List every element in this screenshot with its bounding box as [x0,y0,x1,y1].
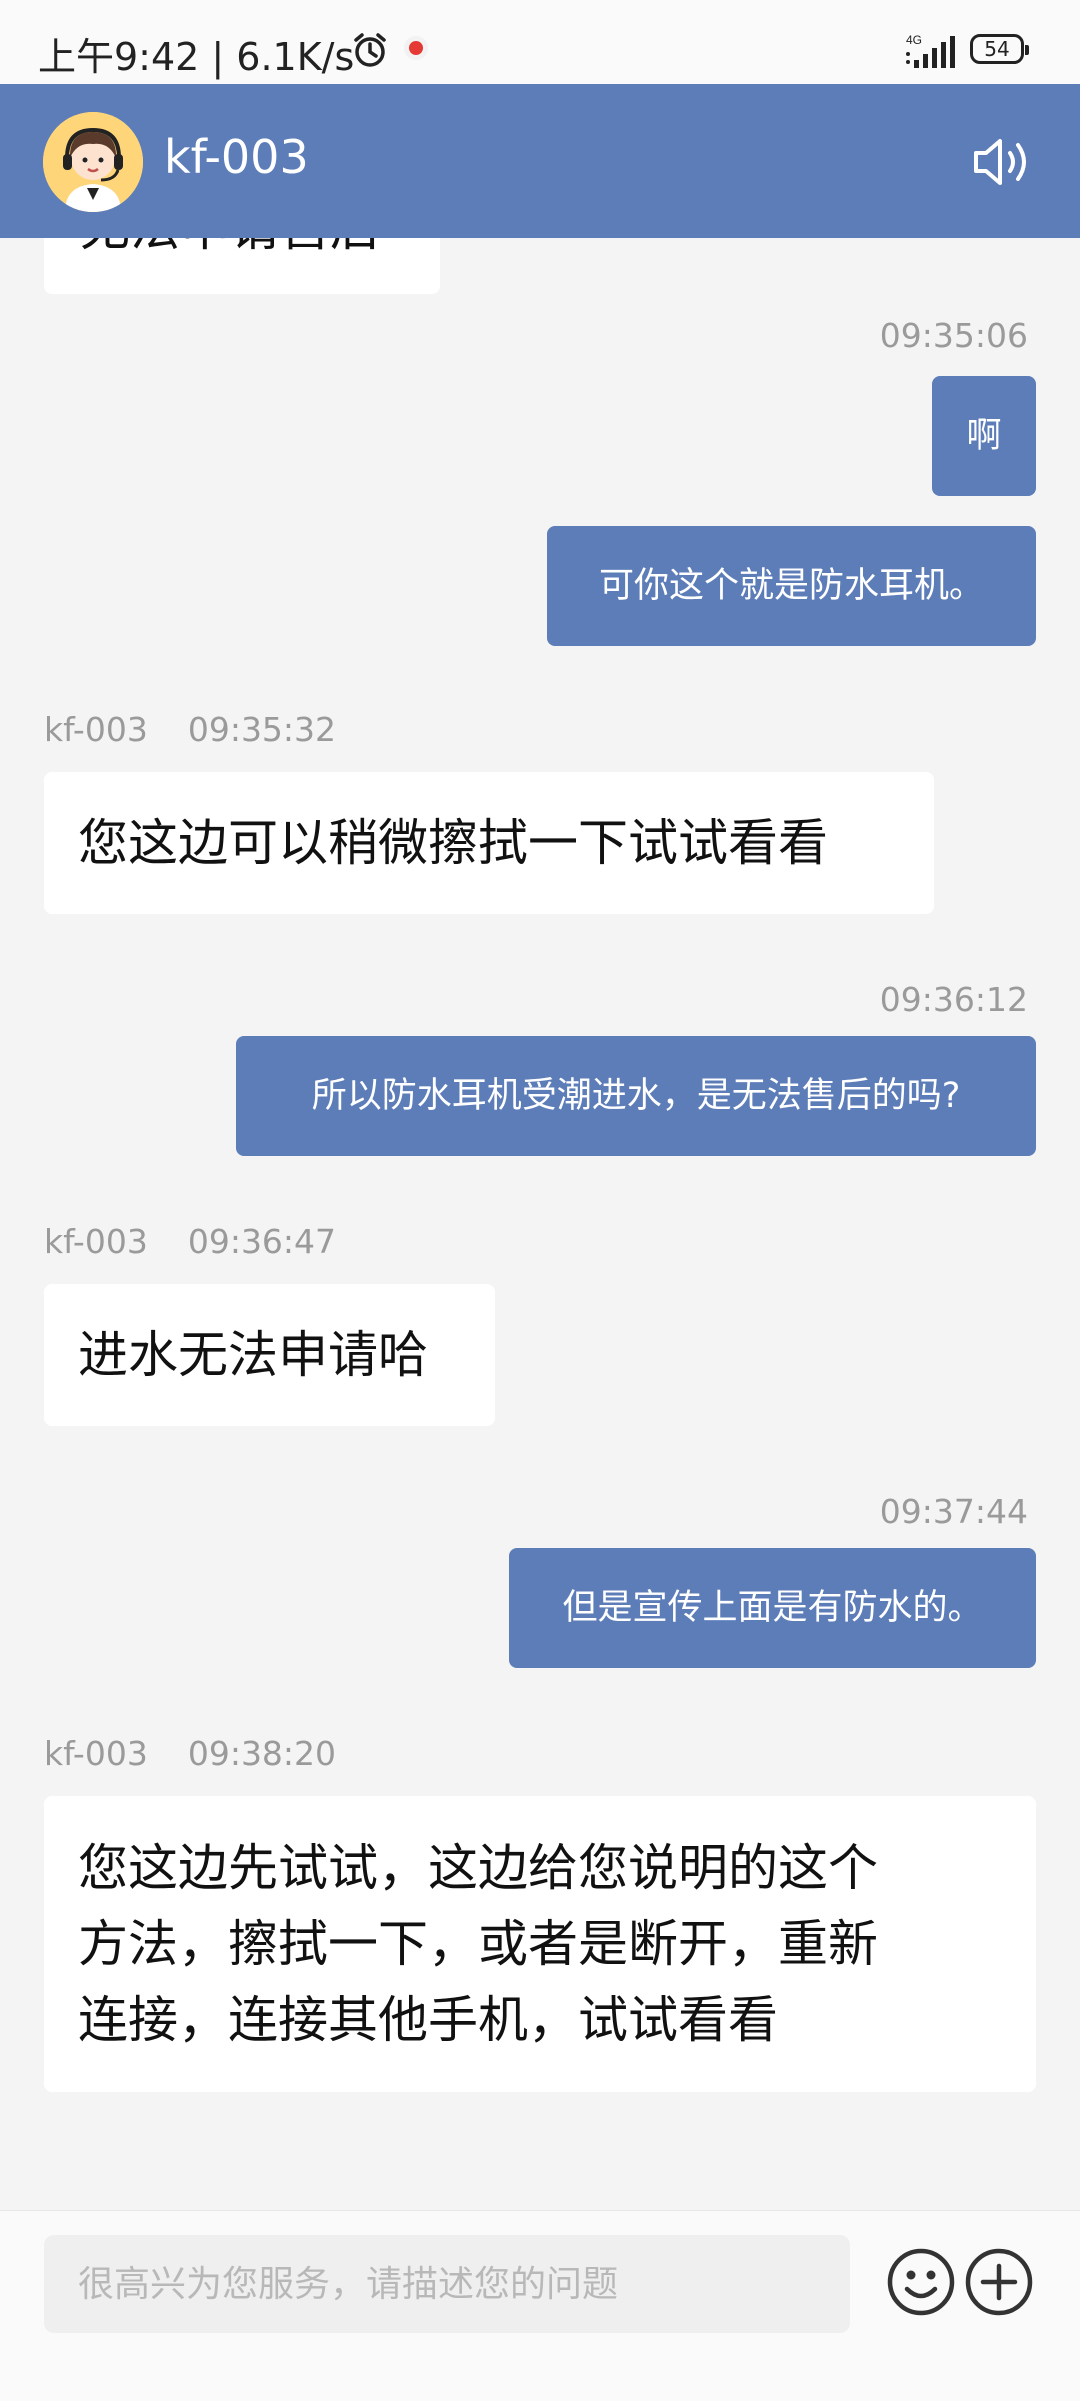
chat-title: kf-003 [164,130,309,184]
plus-circle-icon[interactable] [964,2247,1034,2321]
emoji-icon[interactable] [886,2247,956,2321]
message-text: 所以防水耳机受潮进水，是无法售后的吗? [311,1076,961,1116]
chat-message-list[interactable]: 无法申请售后 09:35:06 啊 可你这个就是防水耳机。 kf-003 09:3… [0,238,1080,2210]
speaker-icon[interactable] [970,134,1034,194]
message-text: 但是宣传上面是有防水的。 [562,1588,983,1628]
message-line: 方法，擦拭一下，或者是断开，重新 [78,1915,878,1973]
message-text: 进水无法申请哈 [78,1326,428,1384]
status-time: 上午9:42 | 6.1K/s [38,35,355,79]
message-text: 无法申请售后 [80,238,380,260]
message-time: 09:36:47 [187,1222,337,1261]
message-sender-time: kf-003 09:36:47 [44,1222,336,1261]
message-input[interactable] [44,2235,850,2333]
outgoing-message-bubble[interactable]: 所以防水耳机受潮进水，是无法售后的吗? [236,1036,1036,1156]
incoming-message-bubble: 无法申请售后 [44,238,440,294]
network-type: 4G [906,33,922,47]
sender-name: kf-003 [44,1734,148,1773]
outgoing-message-bubble[interactable]: 但是宣传上面是有防水的。 [509,1548,1036,1668]
message-line: 连接，连接其他手机，试试看看 [78,1991,778,2049]
message-sender-time: kf-003 09:38:20 [44,1734,336,1773]
sender-name: kf-003 [44,1222,148,1261]
chat-header: kf-003 [0,84,1080,238]
input-bar [0,2210,1080,2401]
incoming-message-bubble[interactable]: 进水无法申请哈 [44,1284,495,1426]
message-text: 您这边可以稍微擦拭一下试试看看 [78,814,828,872]
message-sender-time: kf-003 09:35:32 [44,710,336,749]
notification-dot-icon [404,36,428,60]
message-timestamp: 09:36:12 [879,980,1028,1019]
outgoing-message-bubble[interactable]: 可你这个就是防水耳机。 [547,526,1036,646]
incoming-message-bubble[interactable]: 您这边可以稍微擦拭一下试试看看 [44,772,934,914]
signal-icon: 4G [904,32,960,74]
message-text: 可你这个就是防水耳机。 [598,566,984,606]
outgoing-message-bubble[interactable]: 啊 [932,376,1036,496]
agent-avatar-icon[interactable] [43,112,143,212]
battery-icon: 54 [970,34,1029,64]
message-timestamp: 09:35:06 [879,316,1028,355]
sender-name: kf-003 [44,710,148,749]
message-text: 啊 [966,416,1002,456]
message-time: 09:35:32 [187,710,337,749]
status-bar: 上午9:42 | 6.1K/s 4G 54 [0,0,1080,84]
alarm-icon [350,30,390,74]
message-time: 09:38:20 [187,1734,337,1773]
message-timestamp: 09:37:44 [879,1492,1028,1531]
incoming-message-bubble[interactable]: 您这边先试试，这边给您说明的这个 方法，擦拭一下，或者是断开，重新 连接，连接其… [44,1796,1036,2092]
message-line: 您这边先试试，这边给您说明的这个 [78,1839,878,1897]
